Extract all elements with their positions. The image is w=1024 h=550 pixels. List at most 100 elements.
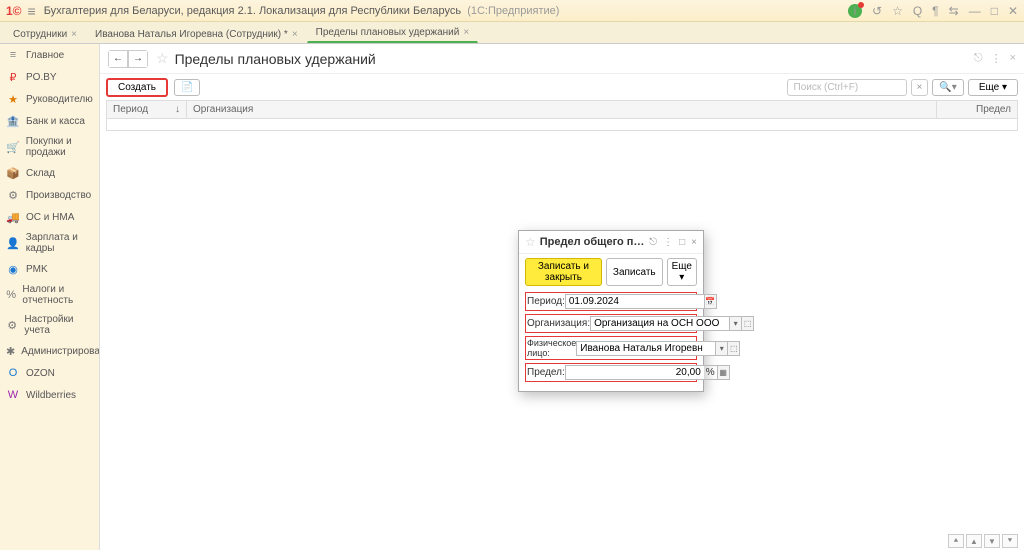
scroll-top-icon[interactable]: ⯅ [948,534,964,548]
sidebar-item[interactable]: ⚙Производство [0,184,99,206]
app-title: Бухгалтерия для Беларуси, редакция 2.1. … [44,5,848,17]
dialog-toolbar: Записать и закрыть Записать Еще ▾ [519,254,703,290]
open-icon[interactable]: ⬚ [727,342,739,355]
dialog-titlebar: ☆ Предел общего п… ⎋ ⋮ □ × [519,231,703,254]
back-button[interactable]: ← [108,50,128,68]
dialog-more-button[interactable]: Еще ▾ [667,258,697,286]
sidebar-icon: ★ [6,92,20,106]
sidebar-item[interactable]: 🚚ОС и НМА [0,206,99,228]
sidebar-label: Руководителю [26,94,93,105]
titlebar-controls: i ↺ ☆ Q ¶ ⇆ — □ ✕ [848,4,1018,18]
chevron-down-icon[interactable]: ▾ [729,317,741,330]
sidebar-label: PO.BY [26,72,57,83]
table-body [106,119,1018,131]
scroll-bottom-icon[interactable]: ⯆ [1002,534,1018,548]
open-icon[interactable]: ⬚ [741,317,753,330]
sidebar-icon: ⚙ [6,188,20,202]
forward-button[interactable]: → [128,50,148,68]
dialog-limit: ☆ Предел общего п… ⎋ ⋮ □ × Записать и за… [518,230,704,392]
period-input[interactable] [566,295,704,308]
sidebar-label: Администрирование [21,346,100,357]
sidebar-item[interactable]: ⚙Настройки учета [0,310,99,340]
sidebar-label: Зарплата и кадры [26,232,93,254]
calendar-icon[interactable]: 📅 [704,295,716,308]
close-icon[interactable]: × [691,237,697,248]
sidebar-icon: W [6,388,20,402]
close-page-icon[interactable]: × [1010,52,1016,65]
page-title: Пределы плановых удержаний [175,51,376,67]
close-icon[interactable]: ✕ [1008,4,1018,18]
sidebar-item[interactable]: WWildberries [0,384,99,406]
sidebar-icon: 👤 [6,236,20,250]
chevron-down-icon[interactable]: ▾ [715,342,727,355]
sidebar-icon: 🚚 [6,210,20,224]
sidebar-item[interactable]: 🏦 Банк и касса [0,110,99,132]
person-input[interactable] [577,342,715,355]
menu-icon[interactable]: ⋮ [663,237,673,248]
menu-icon[interactable]: ⋮ [991,52,1002,65]
sidebar-item[interactable]: ≡Главное [0,44,99,66]
toolbar: Создать 📄 Поиск (Ctrl+F) × 🔍▾ Еще ▾ [100,74,1024,100]
tab-limits[interactable]: Пределы плановых удержаний× [307,23,479,43]
close-icon[interactable]: × [71,29,77,40]
tabs-bar: Сотрудники× Иванова Наталья Игоревна (Со… [0,22,1024,44]
clear-search-icon[interactable]: × [911,79,929,96]
sidebar-item[interactable]: ◉PMK [0,258,99,280]
tab-employee-card[interactable]: Иванова Наталья Игоревна (Сотрудник) *× [86,25,307,43]
calc-icon[interactable]: ▦ [717,366,729,379]
sidebar-label: Банк и касса [26,116,85,127]
sidebar-label: Склад [26,168,55,179]
col-org[interactable]: Организация [187,101,937,118]
sidebar-item[interactable]: ✱Администрирование [0,340,99,362]
col-period[interactable]: Период↓ [107,101,187,118]
close-icon[interactable]: × [292,29,298,40]
org-input[interactable] [591,317,729,330]
link-icon[interactable]: ⎋ [974,52,983,65]
maximize-icon[interactable]: □ [991,4,998,18]
field-org: Организация: ▾ ⬚ [525,314,697,333]
search-button[interactable]: 🔍▾ [932,79,963,96]
star-icon[interactable]: ☆ [525,235,536,249]
scroll-down-icon[interactable]: ▼ [984,534,1000,548]
search-input[interactable]: Поиск (Ctrl+F) [787,79,907,96]
content-header: ← → ☆ Пределы плановых удержаний ⎋ ⋮ × [100,44,1024,74]
minimize-icon[interactable]: — [969,4,981,18]
settings-icon[interactable]: ⇆ [949,4,959,18]
field-period: Период: 📅 [525,292,697,311]
sidebar-item[interactable]: 👤 Зарплата и кадры [0,228,99,258]
create-button[interactable]: Создать [106,78,168,97]
link-icon[interactable]: ⎋ [649,237,657,248]
sidebar-item[interactable]: 📦Склад [0,162,99,184]
sidebar: ≡Главное₽PO.BY ★ Руководителю 🏦 Банк и касса… [0,44,100,550]
sidebar-item[interactable]: ★ Руководителю [0,88,99,110]
field-limit: Предел: % ▦ [525,363,697,382]
tab-employees[interactable]: Сотрудники× [4,25,86,43]
search-icon[interactable]: Q [913,4,922,18]
copy-button[interactable]: 📄 [174,79,200,96]
save-button[interactable]: Записать [606,258,663,286]
limit-input[interactable] [566,366,704,379]
sidebar-label: Настройки учета [24,314,93,336]
hamburger-icon[interactable]: ≡ [28,3,36,19]
favorite-icon[interactable]: ☆ [892,4,903,18]
history-icon[interactable]: ↺ [872,4,882,18]
col-limit[interactable]: Предел [937,101,1017,118]
close-icon[interactable]: × [463,27,469,38]
bell-icon[interactable]: ¶ [932,4,938,18]
logo-1c: 1© [6,4,22,18]
sidebar-icon: ◉ [6,262,20,276]
sidebar-item[interactable]: %Налоги и отчетность [0,280,99,310]
scroll-up-icon[interactable]: ▲ [966,534,982,548]
notification-icon[interactable]: i [848,4,862,18]
sidebar-icon: O [6,366,20,380]
percent-label: % [704,366,717,379]
star-icon[interactable]: ☆ [156,50,169,67]
restore-icon[interactable]: □ [679,237,685,248]
sidebar-item[interactable]: ₽PO.BY [0,66,99,88]
save-close-button[interactable]: Записать и закрыть [525,258,602,286]
sidebar-item[interactable]: OOZON [0,362,99,384]
sidebar-icon: 🏦 [6,114,20,128]
sidebar-item[interactable]: 🛒Покупки и продажи [0,132,99,162]
more-button[interactable]: Еще ▾ [968,79,1018,96]
sidebar-label: Главное [26,50,64,61]
